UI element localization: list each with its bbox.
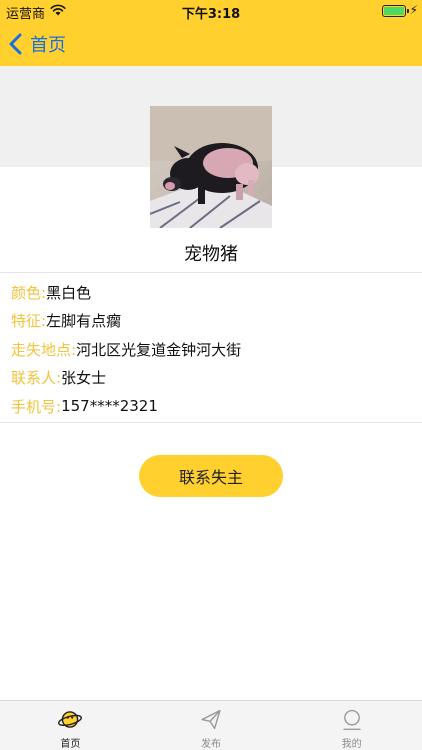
info-row-phone: 手机号: 157****2321: [11, 392, 411, 421]
info-row-contact: 联系人: 张女士: [11, 364, 411, 393]
info-value: 157****2321: [61, 397, 158, 416]
nav-bar: 首页: [0, 22, 422, 66]
tab-bar: 首页 发布 我的: [0, 700, 422, 750]
info-label: 颜色:: [11, 283, 47, 302]
charging-icon: ⚡: [409, 3, 418, 17]
info-row-feature: 特征: 左脚有点瘸: [11, 307, 411, 336]
info-label: 手机号:: [11, 397, 62, 416]
contact-owner-button[interactable]: 联系失主: [139, 455, 283, 497]
top-bar: 运营商 下午3:18 ⚡ 首页: [0, 0, 422, 66]
tab-profile[interactable]: 我的: [281, 701, 422, 750]
divider-bottom: [0, 422, 422, 423]
info-row-location: 走失地点: 河北区光复道金钟河大街: [11, 335, 411, 364]
tab-label: 首页: [60, 739, 81, 750]
info-value: 张女士: [61, 369, 107, 388]
pet-info-list: 颜色: 黑白色 特征: 左脚有点瘸 走失地点: 河北区光复道金钟河大街 联系人:…: [11, 278, 411, 421]
status-time: 下午3:18: [181, 7, 241, 22]
tab-publish[interactable]: 发布: [141, 701, 282, 750]
profile-icon: [342, 709, 361, 731]
lost-pet-detail-screen: 运营商 下午3:18 ⚡ 首页 宠物猪 颜色: 黑白色 特征: 左脚有点瘸 走失…: [0, 0, 422, 750]
info-row-color: 颜色: 黑白色: [11, 278, 411, 307]
divider-top: [0, 272, 422, 273]
status-bar: 运营商 下午3:18 ⚡: [0, 0, 422, 22]
tab-label: 发布: [201, 739, 221, 750]
contact-owner-label: 联系失主: [178, 468, 243, 487]
pig-photo-icon: [150, 106, 272, 228]
chevron-left-icon: [9, 33, 22, 55]
planet-icon: [58, 711, 83, 728]
info-label: 走失地点:: [11, 340, 77, 359]
info-value: 黑白色: [46, 283, 92, 302]
tab-label: 我的: [341, 739, 362, 750]
pet-name: 宠物猪: [184, 244, 238, 265]
info-label: 特征:: [11, 312, 47, 331]
info-label: 联系人:: [11, 369, 62, 388]
tab-home[interactable]: 首页: [0, 701, 141, 750]
battery-icon: [382, 5, 406, 17]
send-icon: [201, 709, 221, 730]
info-value: 左脚有点瘸: [46, 312, 122, 331]
info-value: 河北区光复道金钟河大街: [76, 340, 242, 359]
back-button-label: 首页: [30, 35, 66, 56]
pet-photo: [150, 106, 272, 228]
back-button[interactable]: 首页: [8, 28, 66, 60]
